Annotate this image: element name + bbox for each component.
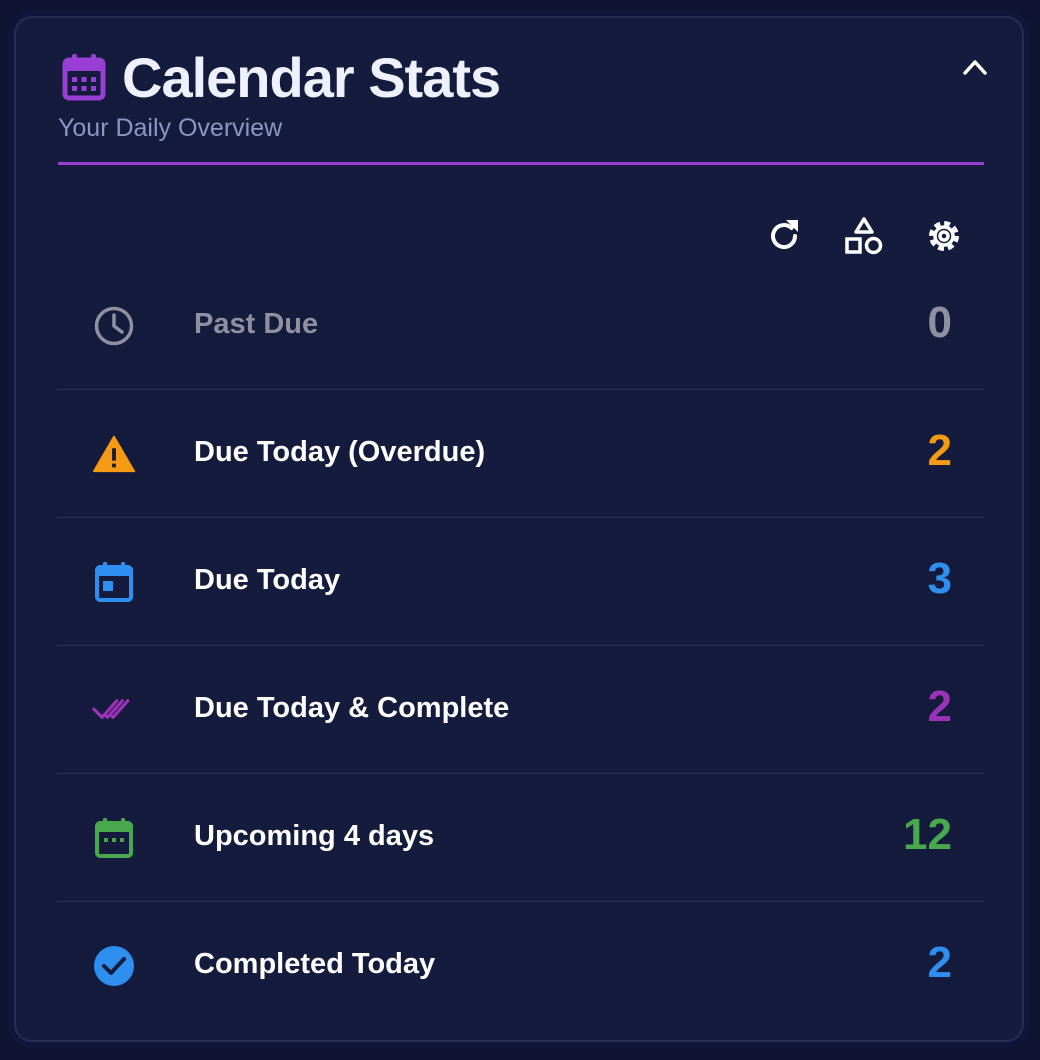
stats-list: Past Due 0 Due Today (Overdue) 2 Due Tod… bbox=[58, 262, 984, 1029]
stat-row-completed-today[interactable]: Completed Today 2 bbox=[58, 902, 984, 1029]
stat-row-past-due[interactable]: Past Due 0 bbox=[58, 262, 984, 390]
chevron-up-icon bbox=[963, 60, 987, 75]
calendar-today-icon bbox=[92, 560, 136, 604]
stat-value: 3 bbox=[927, 554, 952, 603]
stat-row-due-today-complete[interactable]: Due Today & Complete 2 bbox=[58, 646, 984, 774]
shapes-icon bbox=[845, 217, 883, 255]
stat-row-due-today-overdue[interactable]: Due Today (Overdue) 2 bbox=[58, 390, 984, 518]
refresh-button[interactable] bbox=[762, 214, 806, 258]
stat-value: 2 bbox=[927, 938, 952, 987]
stat-label: Past Due bbox=[194, 308, 319, 340]
page-subtitle: Your Daily Overview bbox=[58, 114, 283, 142]
refresh-icon bbox=[771, 220, 798, 250]
stat-value: 2 bbox=[927, 426, 952, 475]
card-header: Calendar Stats Your Daily Overview bbox=[58, 44, 984, 165]
stat-label: Upcoming 4 days bbox=[194, 820, 435, 852]
calendar-month-icon bbox=[62, 53, 106, 101]
stat-value: 12 bbox=[903, 810, 952, 859]
calendar-stats-card: Calendar Stats Your Daily Overview Past … bbox=[14, 16, 1024, 1042]
stat-row-upcoming[interactable]: Upcoming 4 days 12 bbox=[58, 774, 984, 902]
gear-icon bbox=[929, 221, 959, 251]
toolbar bbox=[762, 214, 966, 258]
double-check-icon bbox=[92, 688, 136, 732]
calendar-upcoming-icon bbox=[92, 816, 136, 860]
stat-value: 0 bbox=[927, 298, 952, 347]
stat-value: 2 bbox=[927, 682, 952, 731]
settings-button[interactable] bbox=[922, 214, 966, 258]
shapes-button[interactable] bbox=[842, 214, 886, 258]
page-title: Calendar Stats bbox=[122, 45, 501, 109]
clock-icon bbox=[92, 304, 136, 348]
warning-icon bbox=[92, 432, 136, 476]
stat-label: Due Today bbox=[194, 564, 341, 596]
collapse-button[interactable] bbox=[958, 50, 992, 84]
stat-label: Completed Today bbox=[194, 948, 436, 980]
stat-row-due-today[interactable]: Due Today 3 bbox=[58, 518, 984, 646]
check-circle-icon bbox=[92, 944, 136, 988]
title-row: Calendar Stats bbox=[62, 44, 501, 110]
stat-label: Due Today & Complete bbox=[194, 692, 510, 724]
stat-label: Due Today (Overdue) bbox=[194, 436, 486, 468]
